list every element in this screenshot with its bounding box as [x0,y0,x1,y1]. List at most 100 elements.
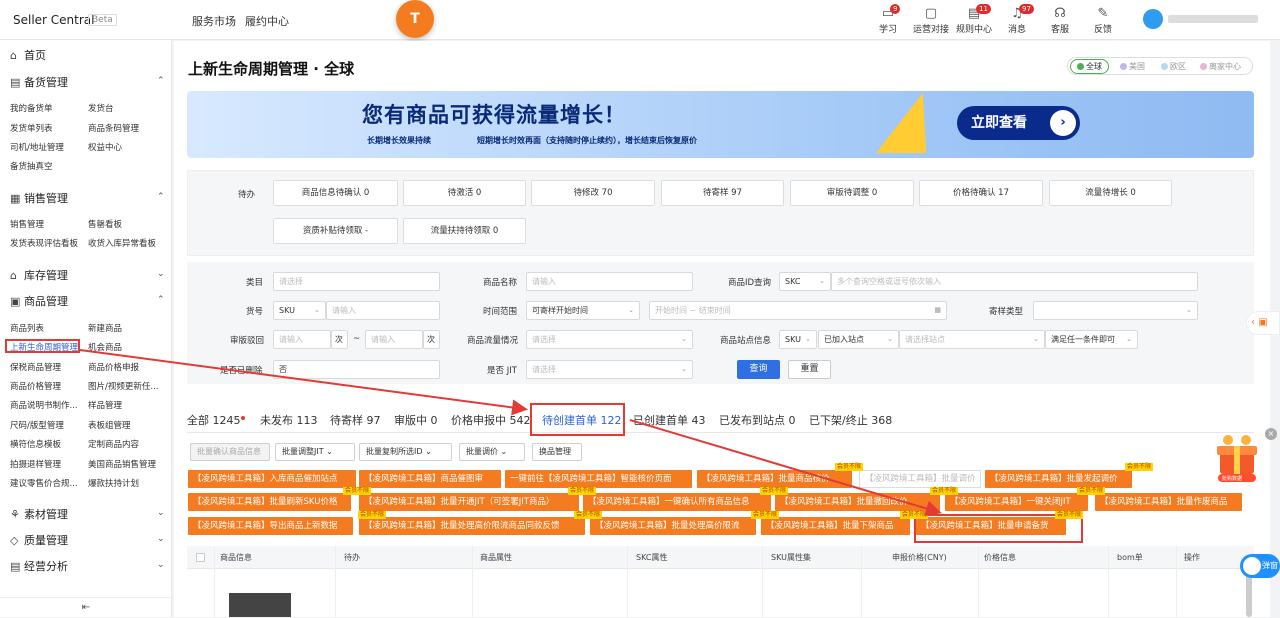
chevron-up-icon[interactable]: ⌃ [157,76,165,86]
plugin-button[interactable]: 【凌风跨境工具箱】批量刷新SKU价格 [188,493,351,511]
tab-published[interactable]: 已发布到站点 0 [719,412,796,428]
select-all-checkbox[interactable] [196,553,205,562]
sidebar-group-sales[interactable]: ▦ 销售管理 [10,190,68,206]
todo-card[interactable]: 待修改 70 [531,180,655,206]
sidebar-item[interactable]: 发货表现评估看板 [10,237,78,249]
batch-jit-button[interactable]: 批量调整JIT ⌄ [275,443,355,461]
plugin-button[interactable]: 【凌风跨境工具箱】批量处理高价限流商品同款反馈 [359,517,585,535]
sidebar-item[interactable]: 我的备货单 [10,102,53,114]
rules-button[interactable]: ▤ 规则中心 11 [954,4,994,35]
chevron-down-icon[interactable]: ⌄ [157,560,165,570]
sidebar-group-inventory[interactable]: ⌂ 库存管理 [10,267,68,283]
plugin-button[interactable]: 【凌风跨境工具箱】商品催图审 [359,470,501,488]
plugin-button[interactable]: 【凌风跨境工具箱】批量调价 [859,470,981,488]
sidebar-group-goods[interactable]: ▣ 商品管理 [10,293,68,309]
plugin-button[interactable]: 【凌风跨境工具箱】批量作废商品 [1095,493,1242,511]
sidebar-group-quality[interactable]: ◇ 质量管理 [10,532,68,548]
id-type-select[interactable]: SKC ⌄ [779,272,831,291]
chevron-down-icon[interactable]: ⌄ [157,269,165,279]
sku-type-select[interactable]: SKU ⌄ [273,301,326,320]
site-type-select[interactable]: SKU ⌄ [779,330,817,349]
deleted-select[interactable]: 否 [273,360,440,379]
site-select[interactable]: 请选择站点 ⌄ [899,330,1045,349]
sidebar-item[interactable]: 发货台 [88,102,114,114]
product-image[interactable] [229,593,291,617]
swap-product-button[interactable]: 换品管理 [532,443,582,461]
date-range-input[interactable]: 开始时间 ~ 结束时间 ▦ [649,301,947,320]
banner-cta-button[interactable]: 立即查看 › [957,106,1080,140]
reset-button[interactable]: 重置 [788,360,831,379]
chevron-down-icon[interactable]: ⌄ [157,508,165,518]
tab-in-review[interactable]: 审版中 0 [394,412,438,428]
sidebar-item[interactable]: 权益中心 [88,141,122,153]
batch-copy-id-button[interactable]: 批量复制所选ID ⌄ [359,443,452,461]
tab-delisted[interactable]: 已下架/终止 368 [809,412,892,428]
batch-price-button[interactable]: 批量调价 ⌄ [459,443,525,461]
sidebar-item[interactable]: 商品条码管理 [88,122,139,134]
username-blurred[interactable] [1168,15,1258,23]
name-input[interactable]: 请输入 [526,272,693,291]
avatar[interactable] [1143,9,1163,29]
ops-button[interactable]: ▢ 运营对接 [911,6,951,35]
sidebar-item[interactable]: 保税商品管理 [10,361,61,373]
todo-card[interactable]: 价格待确认 17 [919,180,1043,206]
messages-button[interactable]: ♫ 消息 97 [997,4,1037,35]
todo-card[interactable]: 商品信息待确认 0 [273,180,398,206]
reject-min-input[interactable]: 请输入 [273,330,331,349]
sidebar-item[interactable]: 销售管理 [10,218,44,230]
tab-unpublished[interactable]: 未发布 113 [260,412,318,428]
sidebar-item[interactable]: 商品价格申报 [88,361,139,373]
reject-max-input[interactable]: 请输入 [365,330,423,349]
plugin-button[interactable]: 【凌风跨境工具箱】一键确认所有商品信息 [583,493,771,511]
chevron-up-icon[interactable]: ⌃ [157,192,165,202]
plugin-button[interactable]: 一键前往【凌风跨境工具箱】智能核价页面 [505,470,692,488]
sidebar-item[interactable]: 图片/视频更新任... [88,380,158,392]
time-type-select[interactable]: 可寄样开始时间 ⌄ [526,301,640,320]
nav-fulfillment[interactable]: 履约中心 [245,13,289,29]
sidebar-item[interactable]: 发货单列表 [10,122,53,134]
sidebar-item[interactable]: 新建商品 [88,322,122,334]
chevron-down-icon[interactable]: ⌄ [157,534,165,544]
region-us[interactable]: 美国 [1120,61,1145,72]
sidebar-home[interactable]: ⌂ 首页 [10,47,46,63]
plugin-button[interactable]: 【凌风跨境工具箱】批量发起调价 [985,470,1132,488]
batch-confirm-button[interactable]: 批量确认商品信息 [190,443,270,461]
sidebar-group-stock[interactable]: ▤ 备货管理 [10,74,68,90]
site-condition-select[interactable]: 满足任一条件即可 ⌄ [1045,330,1138,349]
plugin-button[interactable]: 【凌风跨境工具箱】批量下架商品 [761,517,910,535]
tab-all[interactable]: 全部 1245 [187,412,241,428]
service-button[interactable]: ☊ 客服 [1040,6,1080,35]
feedback-float[interactable]: ‹ ▣ [1246,311,1280,335]
query-button[interactable]: 查询 [737,360,780,379]
sidebar-item[interactable]: 尺码/版型管理 [10,419,64,431]
sidebar-item[interactable]: 爆款扶持计划 [88,477,139,489]
region-home[interactable]: 离家中心 [1200,61,1241,72]
plugin-button[interactable]: 【凌风跨境工具箱】批量开通JIT（可签署JIT商品） [359,493,579,511]
sidebar-item[interactable]: 机会商品 [88,341,122,353]
tab-pending-sample[interactable]: 待寄样 97 [330,412,381,428]
plugin-button[interactable]: 【凌风跨境工具箱】一键关闭JIT [945,493,1088,511]
chevron-up-icon[interactable]: ⌃ [157,295,165,305]
app-logo[interactable]: Seller Central [13,13,95,27]
site-status-select[interactable]: 已加入站点 ⌄ [818,330,899,349]
region-global[interactable]: 全球 [1070,59,1109,74]
jit-select[interactable]: 请选择 ⌄ [526,360,693,379]
learn-button[interactable]: ▭ 学习 9 [868,4,908,35]
sidebar-item[interactable]: 定制商品内容 [88,438,139,450]
sidebar-item[interactable]: 建议零售价合规... [10,477,78,489]
popup-toggle[interactable]: 弹窗 [1240,554,1280,578]
todo-card[interactable]: 待激活 0 [403,180,526,206]
todo-card[interactable]: 流量待增长 0 [1049,180,1172,206]
plugin-button[interactable]: 【凌风跨境工具箱】批量处理高价限流 [590,517,756,535]
promo-banner[interactable]: 您有商品可获得流量增长！ 长期增长效果持续 短期增长时效再面（支持随时停止续约）… [187,91,1254,158]
feedback-button[interactable]: ✎ 反馈 [1083,6,1123,35]
tab-first-order-created[interactable]: 已创建首单 43 [633,412,706,428]
sidebar-group-assets[interactable]: ⚘ 素材管理 [10,506,68,522]
region-eu[interactable]: 欧区 [1161,61,1186,72]
sidebar-item[interactable]: 商品列表 [10,322,44,334]
sidebar-item[interactable]: 美国商品销售管理 [88,458,156,470]
sidebar-item[interactable]: 商品价格管理 [10,380,61,392]
sidebar-item[interactable]: 收货入库异常看板 [88,237,156,249]
flow-select[interactable]: 请选择 ⌄ [526,330,693,349]
tab-price-declare[interactable]: 价格申报中 542 [451,412,531,428]
